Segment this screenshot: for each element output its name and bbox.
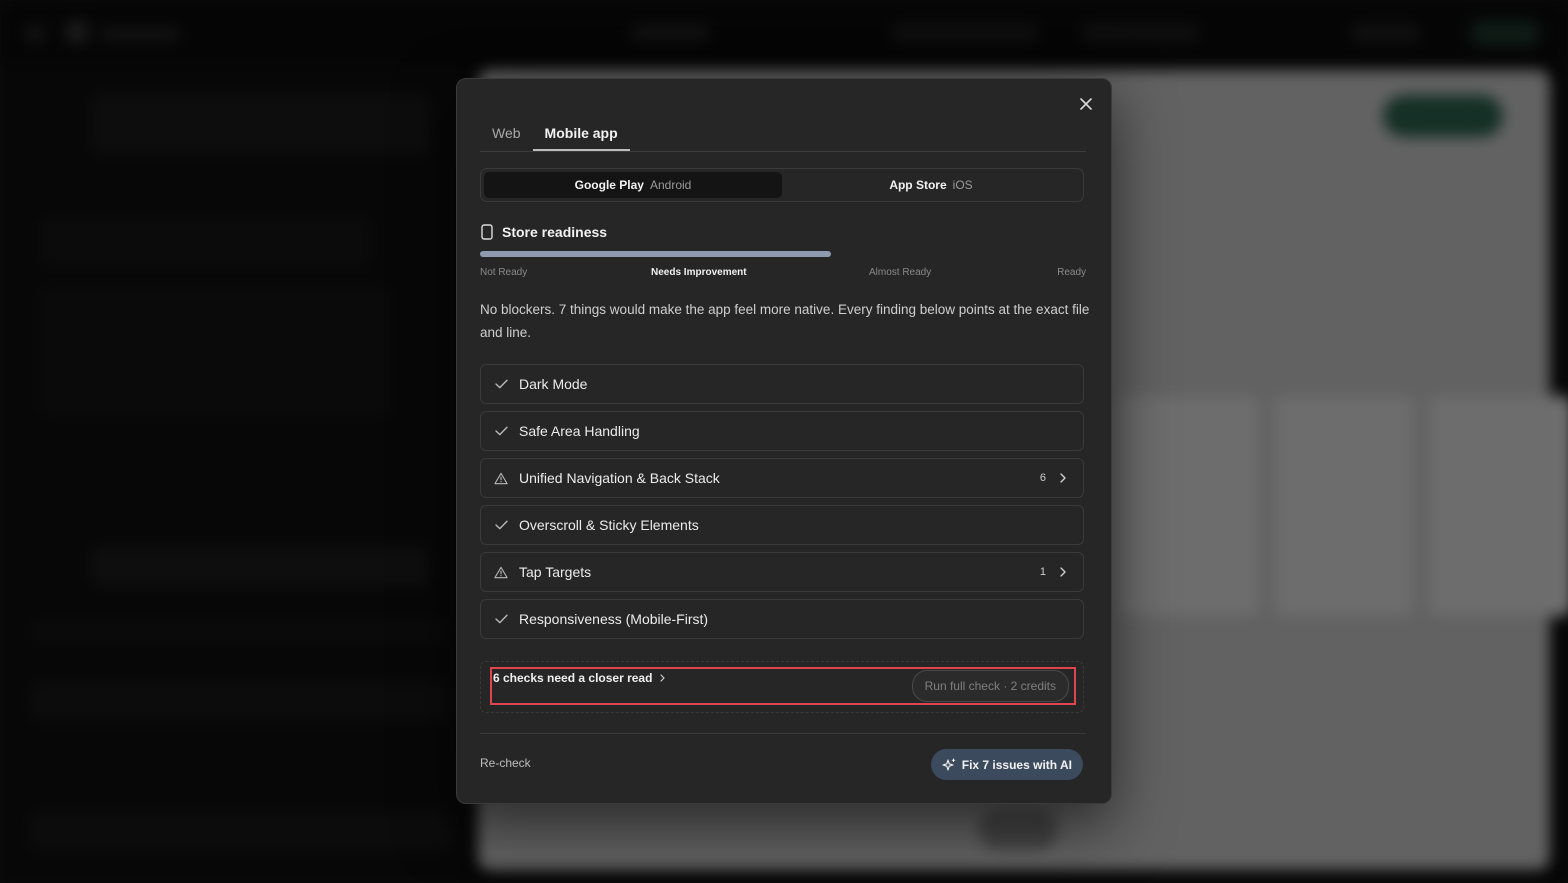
check-safe-area-handling[interactable]: Safe Area Handling [480,411,1084,451]
check-icon [494,612,508,626]
check-label: Dark Mode [519,376,588,392]
check-label: Tap Targets [519,564,592,580]
tab-mobile-app[interactable]: Mobile app [532,117,630,151]
level-ready: Ready [1057,267,1086,278]
checks-list: Dark Mode Safe Area Handling Unified Nav… [480,364,1084,646]
check-dark-mode[interactable]: Dark Mode [480,364,1084,404]
recheck-button[interactable]: Re-check [480,756,531,770]
app-store-option[interactable]: App Store iOS [782,172,1080,198]
app-store-label: App Store [889,178,947,192]
closer-read-label: 6 checks need a closer read [493,671,653,685]
check-label: Responsiveness (Mobile-First) [519,611,709,627]
readiness-summary: No blockers. 7 things would make the app… [480,302,1090,340]
readiness-levels: Not Ready Needs Improvement Almost Ready… [480,267,1086,281]
check-icon [494,377,508,391]
run-full-check-button[interactable]: Run full check · 2 credits [911,670,1069,702]
check-overscroll-sticky[interactable]: Overscroll & Sticky Elements [480,505,1084,545]
check-label: Unified Navigation & Back Stack [519,470,720,486]
tab-web[interactable]: Web [480,117,533,151]
chevron-right-icon [1060,473,1070,483]
readiness-progress-bar [480,251,1086,257]
check-tap-targets[interactable]: Tap Targets 1 [480,552,1084,592]
google-play-label: Google Play [574,178,644,192]
issue-count: 6 [1039,472,1046,484]
store-readiness-dialog: Web Mobile app Google Play Android App S… [456,78,1112,804]
store-selector: Google Play Android App Store iOS [480,168,1084,202]
warning-triangle-icon [494,565,508,579]
closer-read-link[interactable]: 6 checks need a closer read [493,671,666,685]
chevron-right-icon [660,674,666,682]
level-not-ready: Not Ready [480,267,528,278]
sparkle-icon [942,758,955,771]
level-almost-ready: Almost Ready [869,267,932,278]
warning-triangle-icon [494,471,508,485]
check-label: Overscroll & Sticky Elements [519,517,699,533]
level-needs-improvement: Needs Improvement [651,267,747,278]
check-responsiveness[interactable]: Responsiveness (Mobile-First) [480,599,1084,639]
platform-tabs: Web Mobile app [480,117,1086,152]
android-label: Android [649,178,692,192]
fix-with-ai-button[interactable]: Fix 7 issues with AI [930,749,1083,780]
readiness-progress-fill [480,251,832,257]
close-button[interactable] [1075,93,1097,115]
check-icon [494,424,508,438]
phone-icon [481,224,493,240]
store-readiness-heading: Store readiness [481,224,607,240]
check-icon [494,518,508,532]
footer-divider [480,733,1086,734]
ios-label: iOS [952,178,973,192]
check-label: Safe Area Handling [519,423,640,439]
google-play-option[interactable]: Google Play Android [484,172,782,198]
closer-read-panel: 6 checks need a closer read Run full che… [480,661,1084,713]
chevron-right-icon [1060,567,1070,577]
issue-count: 1 [1039,566,1046,578]
store-readiness-title: Store readiness [502,224,608,240]
close-icon [1080,98,1092,110]
fix-button-label: Fix 7 issues with AI [961,757,1072,772]
check-unified-navigation[interactable]: Unified Navigation & Back Stack 6 [480,458,1084,498]
